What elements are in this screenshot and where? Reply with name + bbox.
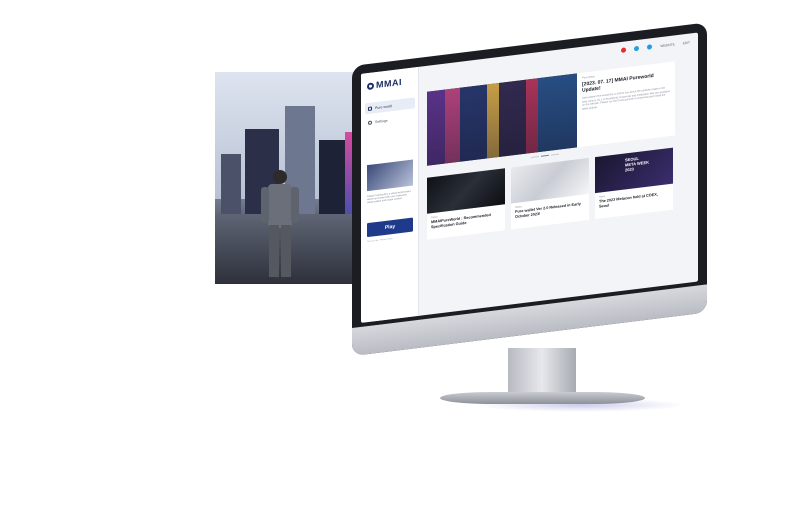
sidebar-item-label: Settings — [375, 118, 388, 124]
pen-icon — [368, 106, 372, 111]
monitor-bezel: MMAI Pure world Settings Global PureWorl… — [352, 22, 707, 357]
logo-text: MMAI — [376, 76, 402, 91]
twitter-icon[interactable] — [647, 44, 653, 50]
monitor-stand-neck — [508, 348, 576, 394]
featured-news-image[interactable] — [427, 73, 577, 166]
carousel-dot[interactable] — [551, 153, 559, 156]
telegram-icon[interactable] — [634, 45, 640, 52]
game-building — [319, 140, 345, 224]
times-square-image — [427, 73, 577, 166]
sidebar: MMAI Pure world Settings Global PureWorl… — [361, 66, 419, 323]
gear-icon — [368, 120, 372, 125]
logo-icon — [367, 82, 374, 91]
sidebar-item-label: Pure world — [375, 103, 392, 110]
promo-text: Global PureWorld is a virtual world wher… — [367, 189, 411, 205]
player-avatar — [261, 170, 299, 277]
carousel-dot-active[interactable] — [541, 154, 549, 157]
news-card[interactable]: Notice MMAIPureWorld : Recommended Speci… — [427, 168, 505, 240]
featured-news-card[interactable]: Pure News [2023. 07. 17] MMAI Pureworld … — [577, 61, 675, 148]
carousel-dot[interactable] — [531, 156, 539, 159]
news-card-image — [427, 168, 505, 214]
promo-thumbnail — [367, 159, 413, 192]
top-nav-link-edit[interactable]: EDIT — [683, 40, 690, 45]
news-card-image: SEOUL META WEEK 2023 — [595, 147, 673, 194]
play-button[interactable]: Play — [367, 217, 413, 238]
carousel-indicator — [531, 153, 559, 159]
app-logo[interactable]: MMAI — [367, 77, 402, 91]
sidebar-item-settings[interactable]: Settings — [365, 111, 415, 128]
top-nav: WEBSITE EDIT — [621, 39, 690, 53]
news-card[interactable]: Notice Pure wallet Ver 2.0 Released in E… — [511, 157, 589, 230]
youtube-icon[interactable] — [621, 47, 627, 53]
top-nav-link-website[interactable]: WEBSITE — [660, 42, 674, 48]
news-card[interactable]: SEOUL META WEEK 2023 News The 2023 Metac… — [595, 147, 673, 220]
news-card-image — [511, 157, 589, 204]
marketing-stage: MMAI Pure world Settings Global PureWorl… — [0, 0, 795, 520]
monitor-stand-base — [440, 392, 645, 404]
legal-links[interactable]: Terms of use · Privacy Policy — [367, 236, 413, 243]
launcher-screen: MMAI Pure world Settings Global PureWorl… — [361, 32, 698, 323]
